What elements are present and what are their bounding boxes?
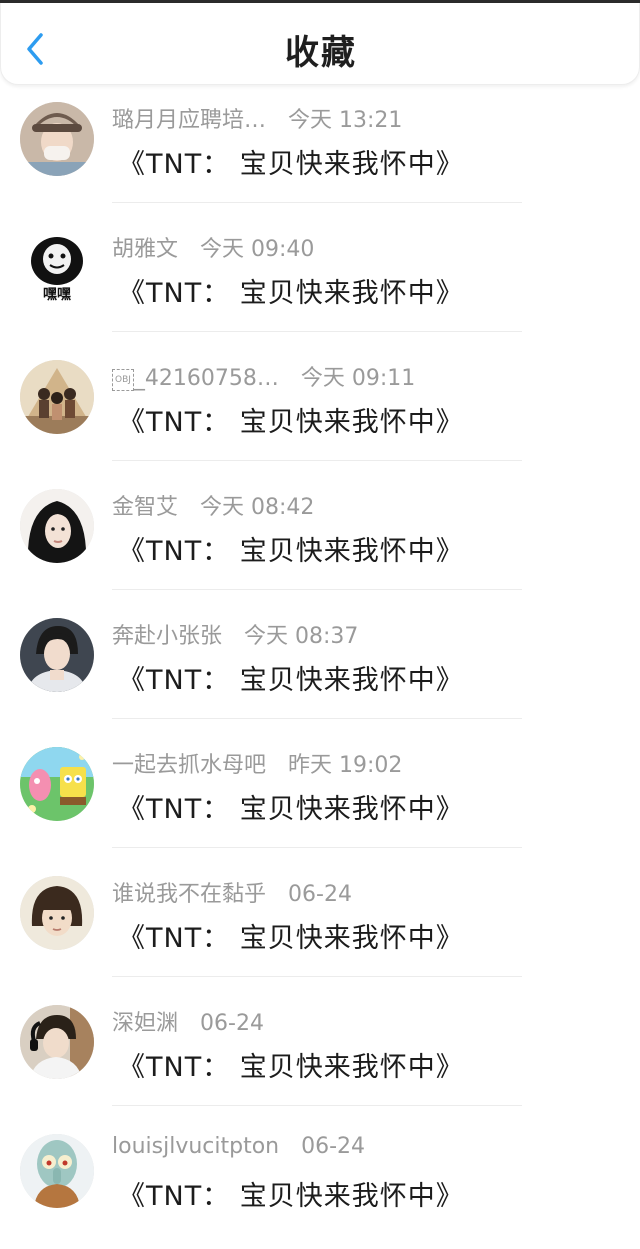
timestamp: 今天 08:42	[200, 495, 315, 520]
sender-name: 深妲渊	[112, 1011, 179, 1036]
message-text: 《TNT： 宝贝快来我怀中》	[118, 149, 464, 180]
sender-name: _42160758…	[133, 366, 279, 391]
list-item[interactable]: 璐月月应聘培… 今天 13:21 《TNT： 宝贝快来我怀中》	[0, 88, 640, 217]
message-text: 《TNT： 宝贝快来我怀中》	[118, 278, 464, 309]
divider	[112, 589, 522, 590]
item-meta: 一起去抓水母吧 昨天 19:02	[112, 747, 402, 779]
timestamp: 昨天 19:02	[288, 753, 403, 778]
obj-placeholder-glyph: OBJ	[112, 369, 134, 391]
item-meta: 谁说我不在黏乎 06-24	[112, 876, 352, 908]
timestamp: 今天 09:40	[200, 237, 315, 262]
divider	[112, 718, 522, 719]
divider	[112, 976, 522, 977]
divider	[112, 847, 522, 848]
avatar[interactable]	[20, 102, 94, 176]
list-item[interactable]: 金智艾 今天 08:42 《TNT： 宝贝快来我怀中》	[0, 475, 640, 604]
sender-name: louisjlvucitpton	[112, 1134, 280, 1159]
list-item[interactable]: 奔赴小张张 今天 08:37 《TNT： 宝贝快来我怀中》	[0, 604, 640, 733]
timestamp: 今天 13:21	[288, 108, 403, 133]
sender-name: 奔赴小张张	[112, 624, 223, 649]
list-item[interactable]: 谁说我不在黏乎 06-24 《TNT： 宝贝快来我怀中》	[0, 862, 640, 991]
message-text: 《TNT： 宝贝快来我怀中》	[118, 1181, 464, 1212]
item-meta: 奔赴小张张 今天 08:37	[112, 618, 358, 650]
header-bar: 收藏	[0, 3, 640, 85]
avatar[interactable]	[20, 360, 94, 434]
item-meta: OBJ _42160758… 今天 09:11	[112, 360, 415, 392]
avatar[interactable]	[20, 1134, 94, 1208]
timestamp: 今天 08:37	[244, 624, 359, 649]
item-meta: 深妲渊 06-24	[112, 1005, 264, 1037]
avatar[interactable]: 嘿嘿	[20, 231, 94, 305]
timestamp: 06-24	[301, 1134, 366, 1159]
divider	[112, 460, 522, 461]
list-item[interactable]: OBJ _42160758… 今天 09:11 《TNT： 宝贝快来我怀中》	[0, 346, 640, 475]
avatar[interactable]	[20, 1005, 94, 1079]
list-item[interactable]: 深妲渊 06-24 《TNT： 宝贝快来我怀中》	[0, 991, 640, 1120]
sender-name: 璐月月应聘培…	[112, 108, 267, 133]
item-meta: louisjlvucitpton 06-24	[112, 1134, 365, 1159]
divider	[112, 331, 522, 332]
message-text: 《TNT： 宝贝快来我怀中》	[118, 1052, 464, 1083]
message-text: 《TNT： 宝贝快来我怀中》	[118, 536, 464, 567]
timestamp: 06-24	[200, 1011, 264, 1036]
avatar[interactable]	[20, 876, 94, 950]
item-meta: 金智艾 今天 08:42	[112, 489, 314, 521]
list-item[interactable]: 嘿嘿 胡雅文 今天 09:40 《TNT： 宝贝快来我怀中》	[0, 217, 640, 346]
timestamp: 今天 09:11	[300, 366, 416, 391]
message-text: 《TNT： 宝贝快来我怀中》	[118, 407, 464, 438]
favorites-list: 璐月月应聘培… 今天 13:21 《TNT： 宝贝快来我怀中》 嘿嘿 胡雅文 今天 …	[0, 88, 640, 1249]
sender-name: 一起去抓水母吧	[112, 753, 267, 778]
item-meta: 胡雅文 今天 09:40	[112, 231, 314, 263]
avatar[interactable]	[20, 618, 94, 692]
message-text: 《TNT： 宝贝快来我怀中》	[118, 665, 464, 696]
page-title: 收藏	[285, 33, 357, 73]
avatar[interactable]	[20, 489, 94, 563]
divider	[112, 202, 522, 203]
item-meta: 璐月月应聘培… 今天 13:21	[112, 102, 402, 134]
sender-name: 胡雅文	[112, 237, 179, 262]
divider	[112, 1105, 522, 1106]
avatar-caption: 嘿嘿	[43, 287, 71, 303]
sender-name: 谁说我不在黏乎	[112, 882, 267, 907]
timestamp: 06-24	[288, 882, 352, 907]
message-text: 《TNT： 宝贝快来我怀中》	[118, 923, 464, 954]
sender-name: 金智艾	[112, 495, 179, 520]
list-item[interactable]: 一起去抓水母吧 昨天 19:02 《TNT： 宝贝快来我怀中》	[0, 733, 640, 862]
message-text: 《TNT： 宝贝快来我怀中》	[118, 794, 464, 825]
avatar[interactable]	[20, 747, 94, 821]
